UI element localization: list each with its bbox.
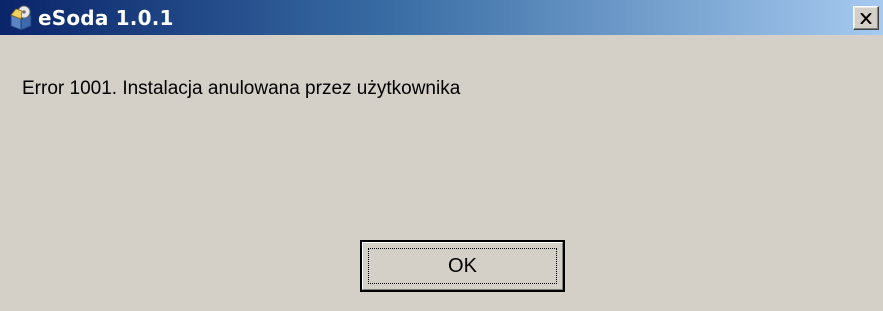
close-button[interactable]: [853, 6, 879, 30]
close-icon: [860, 12, 872, 24]
error-message: Error 1001. Instalacja anulowana przez u…: [22, 78, 461, 99]
window-title: eSoda 1.0.1: [38, 6, 174, 30]
installer-package-icon: [8, 5, 34, 31]
dialog-window: eSoda 1.0.1 Error 1001. Instalacja anulo…: [0, 0, 883, 311]
ok-button-label: OK: [448, 255, 477, 277]
ok-button[interactable]: OK: [360, 240, 565, 292]
title-bar[interactable]: eSoda 1.0.1: [0, 0, 883, 35]
